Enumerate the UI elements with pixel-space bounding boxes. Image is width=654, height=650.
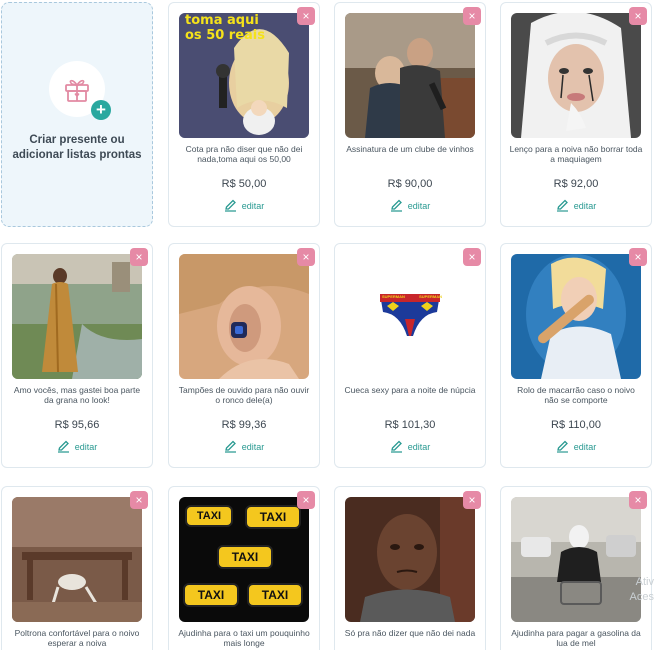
gift-grid: + Criar presente ou adicionar listas pro…: [0, 0, 654, 650]
edit-button[interactable]: editar: [335, 440, 485, 453]
pencil-icon: [390, 199, 402, 212]
gift-card: TAXI TAXI TAXI TAXI TAXI × Ajudinha para…: [168, 486, 320, 650]
gift-image: TAXI TAXI TAXI TAXI TAXI: [179, 497, 309, 622]
image-caption: TAXI: [247, 583, 303, 607]
gift-card: × Lenço para a noiva não borrar toda a m…: [500, 2, 652, 227]
gift-card: × Rolo de macarrão caso o noivo não se c…: [500, 243, 652, 468]
create-gift-label: Criar presente ou adicionar listas pront…: [12, 134, 142, 161]
edit-label: editar: [241, 441, 265, 452]
gift-price: R$ 99,36: [221, 419, 267, 431]
gift-image: [511, 497, 641, 622]
remove-button[interactable]: ×: [463, 7, 481, 25]
gift-icon: +: [49, 61, 111, 120]
gift-image: [511, 254, 641, 379]
remove-button[interactable]: ×: [297, 491, 315, 509]
remove-button[interactable]: ×: [629, 248, 647, 266]
create-gift-card[interactable]: + Criar presente ou adicionar listas pro…: [1, 2, 153, 227]
edit-label: editar: [241, 200, 265, 211]
edit-label: editar: [74, 441, 98, 452]
pencil-icon: [556, 440, 568, 453]
gift-price: R$ 95,66: [54, 419, 100, 431]
gift-description: Amo vocês, mas gastei boa parte da grana…: [13, 385, 141, 405]
gift-price: R$ 92,00: [553, 178, 599, 190]
gift-description: Cueca sexy para a noite de núpcia: [344, 385, 476, 395]
edit-button[interactable]: editar: [501, 199, 651, 212]
remove-button[interactable]: ×: [130, 491, 148, 509]
edit-button[interactable]: editar: [169, 440, 319, 453]
pencil-icon: [224, 440, 236, 453]
gift-image: [511, 13, 641, 138]
image-caption: SUPERMAN: [419, 294, 442, 299]
remove-button[interactable]: ×: [130, 248, 148, 266]
gift-card: SUPERMAN SUPERMAN × Cueca sexy para a no…: [334, 243, 486, 468]
gift-image: [12, 497, 142, 622]
gift-price: R$ 110,00: [551, 419, 601, 431]
gift-image: toma aqui os 50 reais: [179, 13, 309, 138]
edit-label: editar: [407, 441, 431, 452]
gift-card: toma aqui os 50 reais × Cota pra não dis…: [168, 2, 320, 227]
edit-button[interactable]: editar: [2, 440, 152, 453]
gift-card: × Poltrona confortável para o noivo espe…: [1, 486, 153, 650]
gift-image: [345, 13, 475, 138]
remove-button[interactable]: ×: [629, 7, 647, 25]
remove-button[interactable]: ×: [297, 248, 315, 266]
watermark-line: Ativ: [635, 576, 654, 588]
gift-description: Assinatura de um clube de vinhos: [346, 144, 474, 154]
remove-button[interactable]: ×: [463, 248, 481, 266]
gift-description: Cota pra não diser que não dei nada,toma…: [185, 144, 303, 164]
gift-card: × Tampões de ouvido para não ouvir o ron…: [168, 243, 320, 468]
gift-description: Ajudinha para o taxi um pouquinho mais l…: [178, 628, 310, 648]
add-plus-icon: +: [91, 100, 111, 120]
gift-description: Lenço para a noiva não borrar toda a maq…: [509, 144, 643, 164]
remove-button[interactable]: ×: [297, 7, 315, 25]
edit-label: editar: [573, 200, 597, 211]
gift-card: × Ajudinha para pagar a gasolina da lua …: [500, 486, 652, 650]
gift-card: × Assinatura de um clube de vinhos R$ 90…: [334, 2, 486, 227]
pencil-icon: [556, 199, 568, 212]
image-caption: TAXI: [217, 545, 273, 569]
gift-price: R$ 101,30: [384, 419, 436, 431]
gift-description: Ajudinha para pagar a gasolina da lua de…: [511, 628, 641, 648]
gift-description: Tampões de ouvido para não ouvir o ronco…: [178, 385, 310, 405]
activation-watermark: Ativ Aces: [630, 575, 654, 605]
remove-button[interactable]: ×: [463, 491, 481, 509]
gift-price: R$ 90,00: [387, 178, 433, 190]
pencil-icon: [390, 440, 402, 453]
remove-button[interactable]: ×: [629, 491, 647, 509]
gift-price: R$ 50,00: [221, 178, 267, 190]
image-caption: os 50 reais: [185, 28, 266, 43]
image-caption: toma aqui: [185, 13, 259, 28]
edit-label: editar: [407, 200, 431, 211]
gift-description: Só pra não dizer que não dei nada: [344, 628, 476, 638]
image-caption: SUPERMAN: [382, 294, 405, 299]
gift-description: Rolo de macarrão caso o noivo não se com…: [517, 385, 635, 405]
image-caption: TAXI: [185, 505, 233, 527]
image-caption: TAXI: [183, 583, 239, 607]
watermark-line: Aces: [629, 591, 654, 603]
edit-button[interactable]: editar: [501, 440, 651, 453]
gift-card: × Amo vocês, mas gastei boa parte da gra…: [1, 243, 153, 468]
edit-button[interactable]: editar: [169, 199, 319, 212]
pencil-icon: [57, 440, 69, 453]
gift-image: [179, 254, 309, 379]
edit-button[interactable]: editar: [335, 199, 485, 212]
edit-label: editar: [573, 441, 597, 452]
gift-image: SUPERMAN SUPERMAN: [345, 254, 475, 379]
gift-image: [12, 254, 142, 379]
gift-card: × Só pra não dizer que não dei nada: [334, 486, 486, 650]
gift-description: Poltrona confortável para o noivo espera…: [14, 628, 140, 648]
gift-image: [345, 497, 475, 622]
image-caption: TAXI: [245, 505, 301, 529]
pencil-icon: [224, 199, 236, 212]
